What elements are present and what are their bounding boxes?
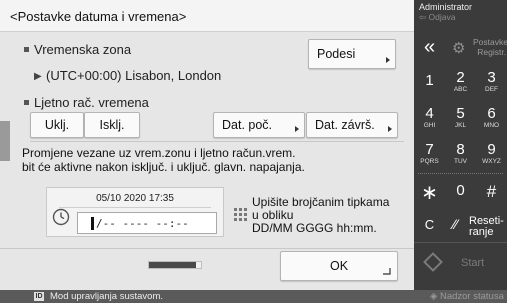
- date-time-input-value: /-- ---- --:--: [96, 217, 189, 230]
- dst-label: Ljetno rač. vremena: [34, 95, 149, 110]
- key-3-letters: DEF: [485, 86, 498, 93]
- arrow-right-icon: [295, 126, 299, 132]
- status-monitor-label: Nadzor statusa: [439, 291, 504, 302]
- reset-button[interactable]: ⁄⁄ Reseti- ranje: [445, 207, 507, 241]
- time-zone-label: Vremenska zona: [34, 42, 132, 57]
- user-name: Administrator: [419, 2, 473, 12]
- status-bar: ID Mod upravljanja sustavom. ◈ Nadzor st…: [0, 290, 507, 303]
- key-4[interactable]: 4 GHI: [414, 100, 445, 134]
- key-6[interactable]: 6 MNO: [476, 100, 507, 134]
- progress-fill: [149, 262, 196, 268]
- key-0-label: 0: [456, 182, 465, 199]
- bullet: [24, 100, 29, 105]
- key-2[interactable]: 2 ABC: [445, 64, 476, 98]
- clear-label: C: [424, 217, 435, 232]
- key-2-label: 2: [456, 69, 465, 86]
- date-entry-box: 05/10 2020 17:35 /-- ---- --:--: [46, 187, 224, 237]
- dst-on-label: Uklj.: [44, 118, 70, 132]
- divider: [414, 242, 507, 243]
- clock-icon: [52, 208, 70, 226]
- hash-label: #: [486, 182, 497, 201]
- key-3[interactable]: 3 DEF: [476, 64, 507, 98]
- restart-note: Promjene vezane uz vrem.zonu i ljetno ra…: [22, 146, 305, 174]
- key-4-letters: GHI: [423, 122, 436, 129]
- divider: [30, 141, 404, 142]
- dst-end-date-button[interactable]: Dat. závrš.: [306, 112, 398, 138]
- key-9[interactable]: 9 WXYZ: [476, 136, 507, 170]
- key-8-label: 8: [456, 141, 465, 158]
- key-5-letters: JKL: [454, 122, 467, 129]
- arrow-right-icon: [386, 57, 390, 63]
- corner-arrow-icon: [383, 268, 391, 275]
- dst-off-label: Isklj.: [99, 118, 125, 132]
- key-0[interactable]: 0: [445, 174, 476, 208]
- status-message: Mod upravljanja sustavom.: [50, 291, 163, 302]
- key-7[interactable]: 7 PQRS: [414, 136, 445, 170]
- key-1[interactable]: 1: [414, 64, 445, 98]
- divider: [59, 207, 211, 208]
- time-zone-value: (UTC+00:00) Lisabon, London: [46, 68, 222, 83]
- start-button[interactable]: Start: [461, 257, 484, 269]
- keypad-icon: [234, 208, 247, 221]
- keypad-panel: Administrator ⇦ Odjava « ⚙ Postavke/ Reg…: [414, 0, 507, 290]
- double-chevron-left-icon: «: [423, 36, 436, 58]
- key-6-label: 6: [487, 105, 496, 122]
- status-monitor-button[interactable]: ◈ Nadzor statusa: [430, 291, 504, 302]
- back-button[interactable]: «: [414, 32, 445, 62]
- divider: [0, 248, 414, 249]
- dst-off-button[interactable]: Isklj.: [84, 112, 140, 138]
- key-1-label: 1: [425, 72, 434, 89]
- ok-label: OK: [329, 259, 349, 273]
- dst-start-date-button[interactable]: Dat. poč.: [213, 112, 305, 138]
- key-8[interactable]: 8 TUV: [445, 136, 476, 170]
- main-panel: <Postavke datuma i vremena> Vremenska zo…: [0, 0, 414, 290]
- key-8-letters: TUV: [454, 158, 467, 165]
- key-clear[interactable]: C: [414, 207, 445, 241]
- progress-bar: [148, 261, 202, 269]
- date-time-input[interactable]: /-- ---- --:--: [77, 212, 217, 234]
- diamond-small-icon: ◈: [430, 291, 440, 302]
- key-9-label: 9: [487, 141, 496, 158]
- key-9-letters: WXYZ: [482, 158, 501, 165]
- page-title: <Postavke datuma i vremena>: [10, 9, 187, 24]
- dst-on-button[interactable]: Uklj.: [30, 112, 84, 138]
- preferences-label: Postavke/ Registr.: [473, 37, 507, 57]
- key-2-letters: ABC: [453, 86, 468, 93]
- sub-arrow-icon: ▶: [34, 71, 42, 82]
- arrow-right-icon: [388, 126, 392, 132]
- key-4-label: 4: [425, 105, 434, 122]
- diamond-icon: [423, 252, 443, 272]
- side-scroll-tab[interactable]: [0, 121, 10, 161]
- id-icon: ID: [34, 292, 44, 301]
- reset-label: Reseti- ranje: [469, 215, 504, 238]
- dst-end-label: Dat. závrš.: [315, 118, 375, 132]
- key-7-letters: PQRS: [420, 158, 439, 165]
- title-bar: <Postavke datuma i vremena>: [0, 0, 414, 32]
- bullet: [24, 47, 29, 52]
- time-zone-set-label: Podesi: [317, 47, 356, 61]
- slash-reset-icon: ⁄⁄: [453, 216, 458, 232]
- key-6-letters: MNO: [483, 122, 500, 129]
- key-star[interactable]: ∗: [414, 174, 445, 208]
- key-hash[interactable]: #: [476, 174, 507, 208]
- dst-start-label: Dat. poč.: [222, 118, 273, 132]
- gear-icon: ⚙: [452, 40, 466, 57]
- key-3-label: 3: [487, 69, 496, 86]
- text-cursor: [91, 217, 94, 230]
- ok-button[interactable]: OK: [280, 251, 398, 281]
- key-5-label: 5: [456, 105, 465, 122]
- preferences-button[interactable]: ⚙ Postavke/ Registr.: [445, 32, 507, 62]
- input-hint: Upišite brojčanim tipkama u obliku DD/MM…: [252, 195, 390, 235]
- current-date-time: 05/10 2020 17:35: [96, 193, 174, 204]
- star-label: ∗: [421, 182, 438, 204]
- logout-link[interactable]: ⇦ Odjava: [419, 12, 455, 23]
- time-zone-set-button[interactable]: Podesi: [308, 39, 396, 69]
- key-7-label: 7: [425, 141, 434, 158]
- logout-label: Odjava: [428, 12, 456, 22]
- device-screen: <Postavke datuma i vremena> Vremenska zo…: [0, 0, 507, 303]
- key-5[interactable]: 5 JKL: [445, 100, 476, 134]
